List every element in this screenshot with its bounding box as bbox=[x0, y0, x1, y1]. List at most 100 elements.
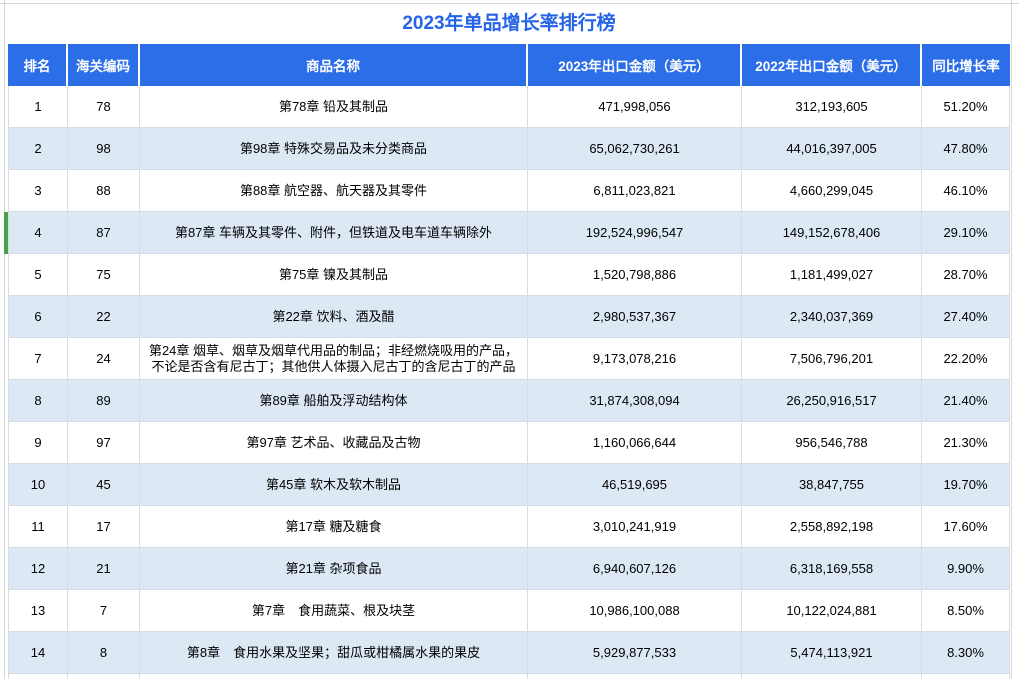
cell-rank[interactable]: 2 bbox=[8, 128, 68, 170]
cell-growth-rate[interactable]: 47.80% bbox=[922, 128, 1010, 170]
cell-growth-rate[interactable]: 9.90% bbox=[922, 548, 1010, 590]
cell-hs-code[interactable]: 75 bbox=[68, 254, 140, 296]
table-row[interactable]: 11 17 第17章 糖及糖食 3,010,241,919 2,558,892,… bbox=[8, 506, 1010, 548]
cell-product-name[interactable]: 第8章 食用水果及坚果；甜瓜或柑橘属水果的果皮 bbox=[140, 632, 528, 674]
cell-rank[interactable]: 1 bbox=[8, 86, 68, 128]
cell-hs-code[interactable]: 22 bbox=[68, 296, 140, 338]
cell-export-2022[interactable]: 312,193,605 bbox=[742, 86, 922, 128]
cell-product-name[interactable]: 第89章 船舶及浮动结构体 bbox=[140, 380, 528, 422]
table-row[interactable]: 12 21 第21章 杂项食品 6,940,607,126 6,318,169,… bbox=[8, 548, 1010, 590]
cell-growth-rate[interactable]: 8.50% bbox=[922, 590, 1010, 632]
cell-product-name[interactable]: 第87章 车辆及其零件、附件，但铁道及电车道车辆除外 bbox=[140, 212, 528, 254]
cell-product-name[interactable]: 第21章 杂项食品 bbox=[140, 548, 528, 590]
cell-growth-rate[interactable]: 22.20% bbox=[922, 338, 1010, 380]
table-row[interactable]: 10 45 第45章 软木及软木制品 46,519,695 38,847,755… bbox=[8, 464, 1010, 506]
table-row-selected[interactable]: 4 87 第87章 车辆及其零件、附件，但铁道及电车道车辆除外 192,524,… bbox=[8, 212, 1010, 254]
cell-hs-code[interactable]: 21 bbox=[68, 548, 140, 590]
table-row[interactable]: 1 78 第78章 铅及其制品 471,998,056 312,193,605 … bbox=[8, 86, 1010, 128]
cell-rank[interactable]: 7 bbox=[8, 338, 68, 380]
cell-hs-code[interactable]: 78 bbox=[68, 86, 140, 128]
cell-rank[interactable]: 10 bbox=[8, 464, 68, 506]
cell-export-2023[interactable]: 2,980,537,367 bbox=[528, 296, 742, 338]
cell-product-name[interactable]: 第75章 镍及其制品 bbox=[140, 254, 528, 296]
cell-hs-code[interactable]: 98 bbox=[68, 128, 140, 170]
cell-hs-code[interactable]: 17 bbox=[68, 506, 140, 548]
cell-export-2022[interactable]: 44,016,397,005 bbox=[742, 128, 922, 170]
cell-growth-rate[interactable]: 17.60% bbox=[922, 506, 1010, 548]
table-row[interactable]: 6 22 第22章 饮料、酒及醋 2,980,537,367 2,340,037… bbox=[8, 296, 1010, 338]
table-row[interactable]: 13 7 第7章 食用蔬菜、根及块茎 10,986,100,088 10,122… bbox=[8, 590, 1010, 632]
cell-rank[interactable]: 8 bbox=[8, 380, 68, 422]
cell-export-2023[interactable]: 6,811,023,821 bbox=[528, 170, 742, 212]
cell-export-2023[interactable]: 5,929,877,533 bbox=[528, 632, 742, 674]
cell-export-2022[interactable]: 5,474,113,921 bbox=[742, 632, 922, 674]
cell-growth-rate[interactable]: 27.40% bbox=[922, 296, 1010, 338]
cell-growth-rate[interactable]: 21.30% bbox=[922, 422, 1010, 464]
cell-rank[interactable]: 3 bbox=[8, 170, 68, 212]
cell-growth-rate[interactable]: 28.70% bbox=[922, 254, 1010, 296]
cell-rank[interactable]: 5 bbox=[8, 254, 68, 296]
table-row[interactable]: 8 89 第89章 船舶及浮动结构体 31,874,308,094 26,250… bbox=[8, 380, 1010, 422]
table-row[interactable]: 9 97 第97章 艺术品、收藏品及古物 1,160,066,644 956,5… bbox=[8, 422, 1010, 464]
cell-export-2023[interactable]: 471,998,056 bbox=[528, 86, 742, 128]
cell-export-2022[interactable]: 2,340,037,369 bbox=[742, 296, 922, 338]
cell-hs-code[interactable]: 87 bbox=[68, 212, 140, 254]
cell-rank[interactable]: 13 bbox=[8, 590, 68, 632]
table-row[interactable]: 7 24 第24章 烟草、烟草及烟草代用品的制品；非经燃烧吸用的产品， 不论是否… bbox=[8, 338, 1010, 380]
cell-product-name[interactable]: 第17章 糖及糖食 bbox=[140, 506, 528, 548]
cell-growth-rate[interactable]: 46.10% bbox=[922, 170, 1010, 212]
cell-growth-rate[interactable]: 21.40% bbox=[922, 380, 1010, 422]
cell-export-2022[interactable]: 4,660,299,045 bbox=[742, 170, 922, 212]
cell-growth-rate[interactable]: 19.70% bbox=[922, 464, 1010, 506]
cell-rank[interactable]: 14 bbox=[8, 632, 68, 674]
cell-export-2023[interactable]: 46,519,695 bbox=[528, 464, 742, 506]
cell-export-2023[interactable]: 3,010,241,919 bbox=[528, 506, 742, 548]
cell-product-name[interactable]: 第45章 软木及软木制品 bbox=[140, 464, 528, 506]
cell-export-2022[interactable]: 956,546,788 bbox=[742, 422, 922, 464]
cell-export-2023[interactable]: 1,160,066,644 bbox=[528, 422, 742, 464]
cell-product-name[interactable]: 第98章 特殊交易品及未分类商品 bbox=[140, 128, 528, 170]
table-row[interactable]: 2 98 第98章 特殊交易品及未分类商品 65,062,730,261 44,… bbox=[8, 128, 1010, 170]
cell-hs-code[interactable]: 89 bbox=[68, 380, 140, 422]
cell-hs-code[interactable]: 97 bbox=[68, 422, 140, 464]
row-selection-indicator bbox=[4, 212, 8, 254]
cell-hs-code[interactable]: 24 bbox=[68, 338, 140, 380]
cell-export-2022[interactable]: 6,318,169,558 bbox=[742, 548, 922, 590]
cell-export-2023[interactable]: 9,173,078,216 bbox=[528, 338, 742, 380]
cell-rank[interactable]: 11 bbox=[8, 506, 68, 548]
cell-export-2022[interactable]: 1,181,499,027 bbox=[742, 254, 922, 296]
cell-export-2023[interactable]: 6,940,607,126 bbox=[528, 548, 742, 590]
cell-product-name[interactable]: 第24章 烟草、烟草及烟草代用品的制品；非经燃烧吸用的产品， 不论是否含有尼古丁… bbox=[140, 338, 528, 380]
cell-hs-code[interactable]: 8 bbox=[68, 632, 140, 674]
cell-growth-rate[interactable]: 8.30% bbox=[922, 632, 1010, 674]
cell-export-2023[interactable]: 10,986,100,088 bbox=[528, 590, 742, 632]
cell-export-2022[interactable]: 38,847,755 bbox=[742, 464, 922, 506]
column-header-product-name: 商品名称 bbox=[140, 44, 528, 86]
cell-export-2022[interactable]: 149,152,678,406 bbox=[742, 212, 922, 254]
cell-export-2022[interactable]: 2,558,892,198 bbox=[742, 506, 922, 548]
cell-rank[interactable]: 9 bbox=[8, 422, 68, 464]
table-row[interactable]: 5 75 第75章 镍及其制品 1,520,798,886 1,181,499,… bbox=[8, 254, 1010, 296]
cell-rank[interactable]: 4 bbox=[8, 212, 68, 254]
table-row[interactable]: 3 88 第88章 航空器、航天器及其零件 6,811,023,821 4,66… bbox=[8, 170, 1010, 212]
cell-growth-rate[interactable]: 29.10% bbox=[922, 212, 1010, 254]
cell-product-name[interactable]: 第22章 饮料、酒及醋 bbox=[140, 296, 528, 338]
cell-hs-code[interactable]: 88 bbox=[68, 170, 140, 212]
cell-export-2023[interactable]: 31,874,308,094 bbox=[528, 380, 742, 422]
cell-export-2023[interactable]: 65,062,730,261 bbox=[528, 128, 742, 170]
cell-export-2022[interactable]: 26,250,916,517 bbox=[742, 380, 922, 422]
cell-hs-code[interactable]: 7 bbox=[68, 590, 140, 632]
cell-export-2023[interactable]: 192,524,996,547 bbox=[528, 212, 742, 254]
cell-hs-code[interactable]: 45 bbox=[68, 464, 140, 506]
cell-export-2023[interactable]: 1,520,798,886 bbox=[528, 254, 742, 296]
cell-rank[interactable]: 6 bbox=[8, 296, 68, 338]
cell-product-name[interactable]: 第7章 食用蔬菜、根及块茎 bbox=[140, 590, 528, 632]
cell-product-name[interactable]: 第88章 航空器、航天器及其零件 bbox=[140, 170, 528, 212]
cell-export-2022[interactable]: 7,506,796,201 bbox=[742, 338, 922, 380]
cell-rank[interactable]: 12 bbox=[8, 548, 68, 590]
table-row[interactable]: 14 8 第8章 食用水果及坚果；甜瓜或柑橘属水果的果皮 5,929,877,5… bbox=[8, 632, 1010, 674]
cell-growth-rate[interactable]: 51.20% bbox=[922, 86, 1010, 128]
cell-product-name[interactable]: 第78章 铅及其制品 bbox=[140, 86, 528, 128]
cell-product-name[interactable]: 第97章 艺术品、收藏品及古物 bbox=[140, 422, 528, 464]
cell-export-2022[interactable]: 10,122,024,881 bbox=[742, 590, 922, 632]
